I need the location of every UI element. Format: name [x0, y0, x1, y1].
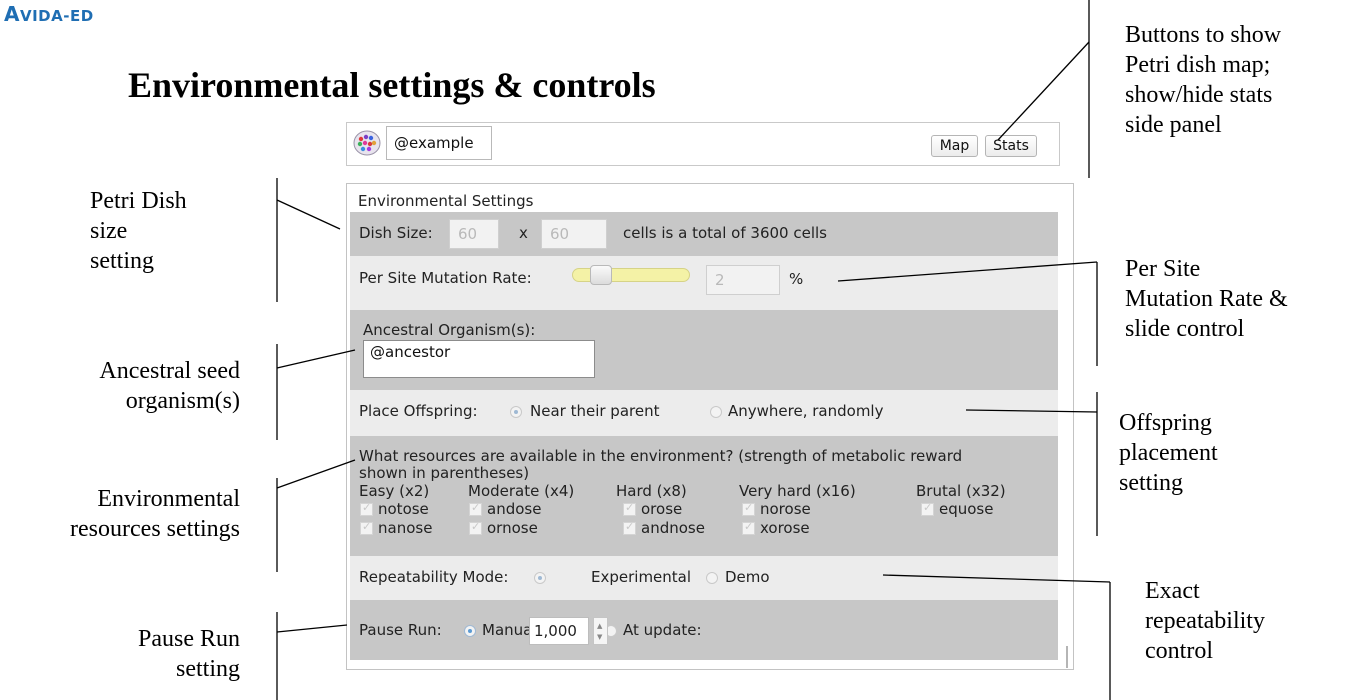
pause-annotation: Pause Run setting [2, 624, 240, 684]
ancestor-annotation: Ancestral seed organism(s) [2, 356, 240, 416]
annotation-line: setting [1119, 470, 1183, 496]
annotation-line: Per Site [1125, 256, 1201, 282]
annotation-line: Environmental [97, 486, 240, 512]
annotation-line: size [90, 218, 128, 244]
annotation-line: repeatability [1145, 608, 1265, 634]
annotation-line: Petri Dish [90, 188, 187, 214]
annotation-line: setting [176, 656, 240, 682]
annotation-line: Offspring [1119, 410, 1212, 436]
annotation-line: Ancestral seed [99, 358, 240, 384]
resources-annotation: Environmental resources settings [2, 484, 240, 544]
annotation-line: setting [90, 248, 154, 274]
annotation-line: Pause Run [138, 626, 240, 652]
annotation-line: side panel [1125, 112, 1222, 138]
annotation-line: Exact [1145, 578, 1200, 604]
annotation-line: control [1145, 638, 1213, 664]
annotation-line: Petri dish map; [1125, 52, 1271, 78]
annotation-line: placement [1119, 440, 1218, 466]
annotation-line: resources settings [70, 516, 240, 542]
annotation-line: organism(s) [125, 388, 240, 414]
buttons-annotation: Buttons to show Petri dish map; show/hid… [1125, 20, 1281, 140]
repeat-annotation: Exact repeatability control [1145, 576, 1265, 666]
annotation-line: show/hide stats [1125, 82, 1273, 108]
dish-annotation: Petri Dish size setting [90, 186, 187, 276]
annotation-line: Mutation Rate & [1125, 286, 1288, 312]
annotation-line: slide control [1125, 316, 1245, 342]
offspring-annotation: Offspring placement setting [1119, 408, 1218, 498]
mutation-annotation: Per Site Mutation Rate & slide control [1125, 254, 1288, 344]
annotation-line: Buttons to show [1125, 22, 1282, 48]
